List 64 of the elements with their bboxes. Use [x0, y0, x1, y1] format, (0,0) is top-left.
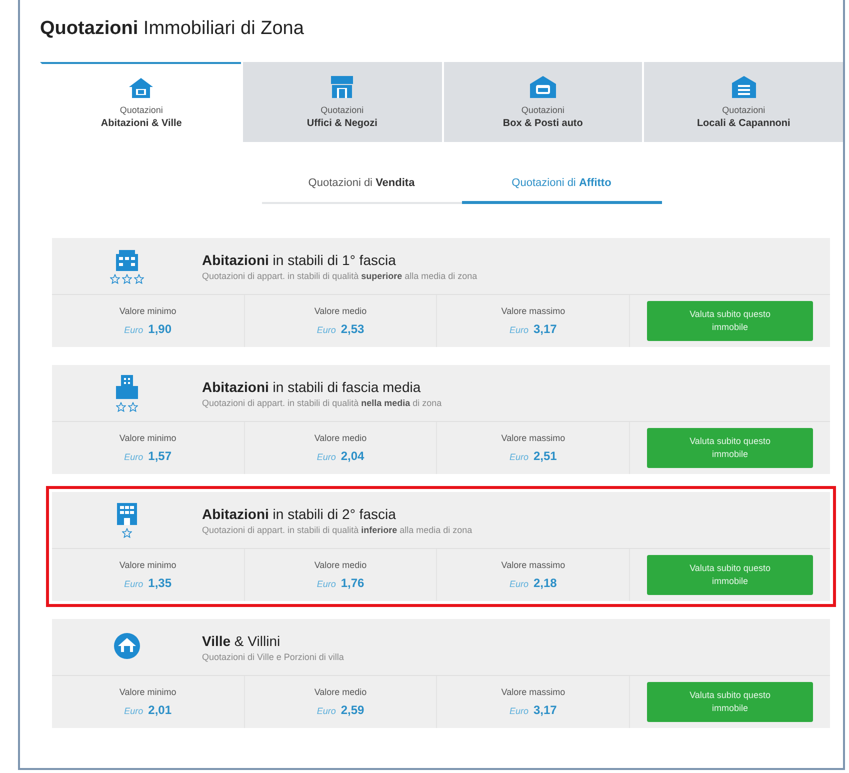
currency-label: Euro: [124, 706, 144, 716]
building-icon: [115, 374, 139, 400]
price-value: 2,53: [340, 322, 364, 336]
currency-label: Euro: [316, 452, 336, 462]
currency-label: Euro: [316, 706, 336, 716]
star-icon: [122, 274, 132, 284]
value-label: Valore massimo: [501, 560, 566, 570]
star-icon: [122, 528, 132, 538]
currency-label: Euro: [124, 325, 144, 335]
currency-label: Euro: [509, 579, 528, 589]
value-label: Valore minimo: [119, 687, 176, 697]
card-title: Abitazioni in stabili di 2° fascia: [202, 506, 397, 522]
page-title: Quotazioni Immobiliari di Zona: [40, 18, 305, 40]
price-value: 3,17: [534, 322, 557, 336]
value-label: Valore massimo: [501, 687, 566, 697]
value-label: Valore minimo: [119, 433, 176, 443]
value-label: Valore minimo: [119, 306, 176, 316]
price-value: 2,04: [340, 449, 364, 463]
value-label: Valore medio: [314, 306, 367, 316]
price-value: 1,76: [340, 576, 364, 590]
warehouse-icon: [730, 75, 757, 99]
currency-label: Euro: [316, 579, 336, 589]
card-title: Abitazioni in stabili di 1° fascia: [202, 252, 397, 268]
house-icon: [128, 77, 154, 99]
currency-label: Euro: [509, 325, 528, 335]
price-value: 2,59: [340, 703, 364, 717]
card-title: Ville & Villini: [202, 632, 282, 648]
category-tab[interactable]: Quotazioni Uffici & Negozi: [240, 62, 442, 142]
star-icon: [110, 274, 120, 284]
listing-type-tab[interactable]: Quotazioni di Vendita: [262, 164, 462, 204]
value-label: Valore medio: [314, 560, 367, 570]
price-value: 1,35: [148, 576, 172, 590]
value-label: Valore medio: [314, 687, 367, 697]
price-value: 2,01: [148, 703, 172, 717]
price-value: 2,18: [534, 576, 557, 590]
price-value: 2,51: [534, 449, 557, 463]
price-value: 3,17: [534, 703, 557, 717]
card-subtitle: Quotazioni di appart. in stabili di qualità nella media di zona: [202, 398, 442, 408]
card-title: Abitazioni in stabili di fascia media: [202, 378, 422, 394]
currency-label: Euro: [509, 706, 528, 716]
category-tab[interactable]: Quotazioni Box & Posti auto: [442, 62, 642, 142]
house-icon: [112, 632, 142, 660]
currency-label: Euro: [124, 579, 144, 589]
category-tab[interactable]: Quotazioni Locali & Capannoni: [642, 62, 843, 142]
value-label: Valore medio: [314, 433, 367, 443]
price-value: 1,90: [148, 322, 172, 336]
building-icon: [115, 502, 139, 526]
card-subtitle: Quotazioni di Ville e Porzioni di villa: [202, 652, 344, 662]
shop-icon: [329, 75, 356, 99]
listing-type-tab[interactable]: Quotazioni di Affitto: [462, 164, 662, 204]
value-label: Valore massimo: [501, 306, 566, 316]
star-icon: [116, 402, 126, 412]
building-icon: [114, 248, 140, 272]
star-icon: [134, 274, 144, 284]
currency-label: Euro: [316, 325, 336, 335]
value-label: Valore massimo: [501, 433, 566, 443]
card-subtitle: Quotazioni di appart. in stabili di qualità superiore alla media di zona: [202, 270, 478, 280]
currency-label: Euro: [509, 452, 528, 462]
star-icon: [128, 402, 138, 412]
price-value: 1,57: [148, 449, 172, 463]
card-subtitle: Quotazioni di appart. in stabili di qualità inferiore alla media di zona: [202, 524, 472, 534]
currency-label: Euro: [124, 452, 144, 462]
value-label: Valore minimo: [119, 560, 176, 570]
garage-icon: [528, 75, 557, 99]
